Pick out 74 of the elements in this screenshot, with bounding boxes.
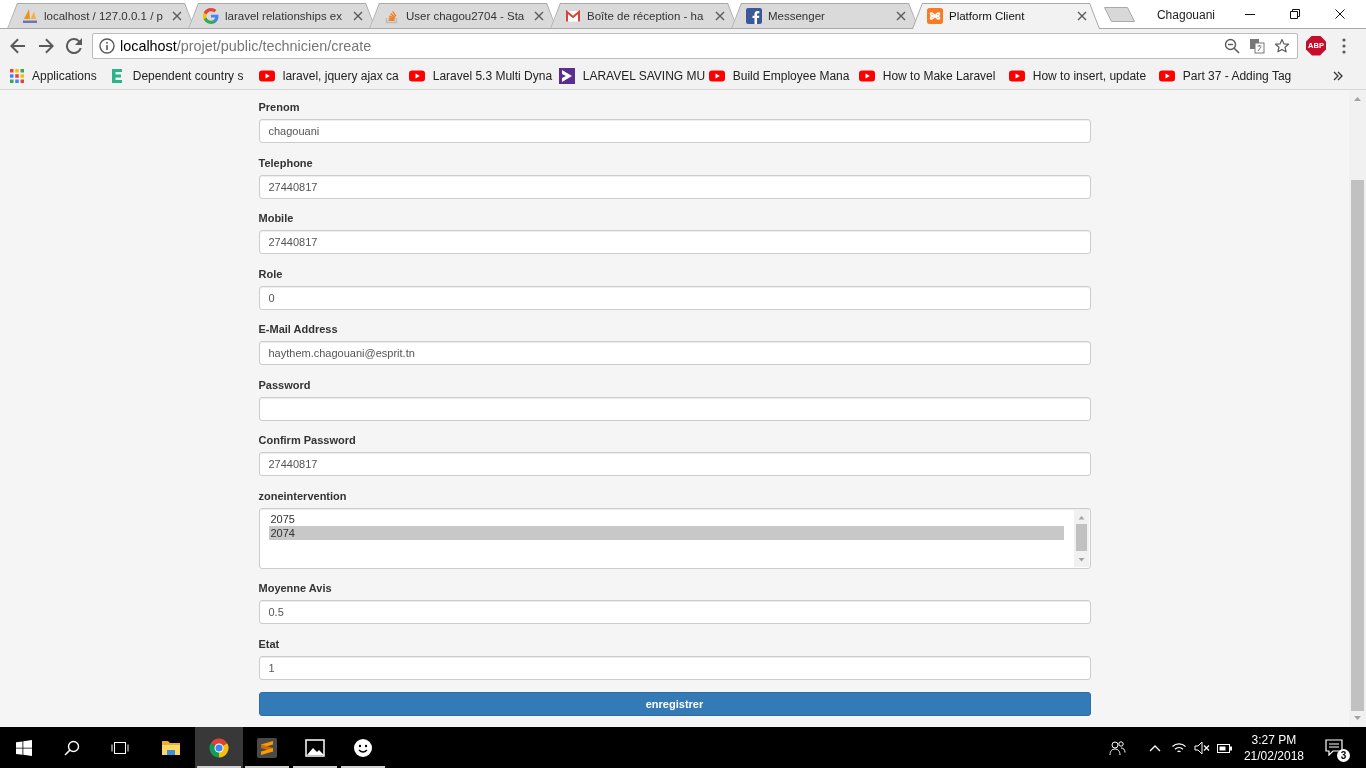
- text-field[interactable]: 1: [258, 655, 1091, 680]
- forward-arrow-icon[interactable]: [38, 37, 54, 54]
- field-label: Role: [258, 266, 284, 282]
- double-chevron-icon[interactable]: [1333, 70, 1343, 81]
- loop-logo-icon: [927, 8, 943, 24]
- g-logo-icon: [203, 8, 219, 24]
- text-field[interactable]: 0: [258, 285, 1091, 310]
- bookmark-item[interactable]: Laravel 5.3 Multi Dyna: [402, 63, 553, 88]
- bookmark-item[interactable]: Part 37 - Adding Tag: [1152, 63, 1303, 88]
- reload-icon[interactable]: [66, 37, 82, 54]
- stripes-tile-icon: [257, 737, 277, 758]
- taskbar-app-button[interactable]: [195, 727, 243, 768]
- kebab-menu-icon[interactable]: [1342, 37, 1346, 54]
- clock-date: 21/02/2018: [1243, 747, 1304, 764]
- zoom-out-icon[interactable]: [1223, 37, 1240, 54]
- bookmark-item[interactable]: Applications: [4, 63, 103, 88]
- password-field[interactable]: [258, 396, 1091, 421]
- text-field[interactable]: haythem.chagouani@esprit.tn: [258, 341, 1091, 365]
- windows-icon[interactable]: [16, 739, 32, 756]
- address-bar[interactable]: localhost/projet/public/technicien/create: [92, 32, 1298, 59]
- search-icon[interactable]: [64, 739, 80, 756]
- people-icon[interactable]: [1109, 739, 1127, 756]
- info-icon[interactable]: [99, 37, 115, 54]
- clock-time: 3:27 PM: [1251, 731, 1297, 748]
- field-label: Mobile: [258, 211, 295, 226]
- speaker-muted-icon[interactable]: [1193, 740, 1210, 755]
- submit-button[interactable]: enregistrer: [258, 692, 1091, 716]
- bookmark-item[interactable]: How to Make Laravel: [852, 63, 1003, 88]
- translate-icon[interactable]: [1248, 37, 1265, 54]
- text-field[interactable]: chagouani: [258, 119, 1091, 143]
- field-label: Password: [258, 377, 312, 393]
- stack-tray-icon: [384, 8, 400, 24]
- chevron-up-icon[interactable]: [1148, 743, 1161, 752]
- browser-logo-icon: [209, 737, 229, 758]
- envelope-icon: [565, 8, 581, 24]
- close-icon[interactable]: [1077, 11, 1087, 21]
- text-field[interactable]: 27440817: [258, 452, 1091, 476]
- bookmark-item[interactable]: How to insert, update: [1002, 63, 1153, 88]
- bookmark-item[interactable]: laravel, jquery ajax ca: [252, 63, 403, 88]
- notification-icon[interactable]: [1325, 739, 1343, 756]
- f-logo-icon: [746, 8, 762, 24]
- field-label: Confirm Password: [258, 433, 357, 448]
- field-label: Prenom: [258, 100, 301, 115]
- image-icon: [305, 737, 325, 758]
- restore-icon[interactable]: [1289, 8, 1300, 19]
- field-label: Telephone: [258, 155, 314, 171]
- notification-count: 3: [1337, 749, 1350, 762]
- back-arrow-icon[interactable]: [10, 37, 26, 54]
- close-icon[interactable]: [1334, 8, 1345, 19]
- task-view-icon[interactable]: [111, 739, 129, 756]
- field-label: Moyenne Avis: [258, 581, 333, 596]
- bookmark-item[interactable]: Dependent country s: [102, 63, 253, 88]
- url-text[interactable]: localhost/projet/public/technicien/create: [120, 37, 372, 54]
- arrow-logo-icon: [558, 67, 575, 84]
- field-label: zoneintervention: [258, 488, 348, 504]
- text-field[interactable]: 0.5: [258, 600, 1091, 624]
- apps-grid-icon: [10, 68, 24, 83]
- text-field[interactable]: 27440817: [258, 174, 1091, 199]
- browser-tab[interactable]: Platform Client: [912, 3, 1100, 29]
- page-scrollbar[interactable]: [1349, 90, 1366, 727]
- wifi-icon[interactable]: [1170, 741, 1187, 754]
- listbox-option[interactable]: 2074: [268, 525, 1064, 540]
- battery-icon[interactable]: [1216, 741, 1234, 754]
- star-icon[interactable]: [1273, 37, 1290, 54]
- smiley-icon: [353, 737, 373, 758]
- text-field[interactable]: 27440817: [258, 230, 1091, 254]
- sail-logo-icon: [22, 8, 38, 24]
- field-label: E-Mail Address: [258, 322, 339, 337]
- listbox-scrollbar[interactable]: [1073, 509, 1089, 567]
- bookmark-item[interactable]: LARAVEL SAVING MU: [552, 63, 703, 88]
- listbox-option[interactable]: 2075: [268, 511, 1064, 526]
- listbox[interactable]: 2075 2074: [258, 507, 1091, 569]
- profile-name[interactable]: Chagouani: [1156, 7, 1215, 22]
- field-label: Etat: [258, 636, 281, 652]
